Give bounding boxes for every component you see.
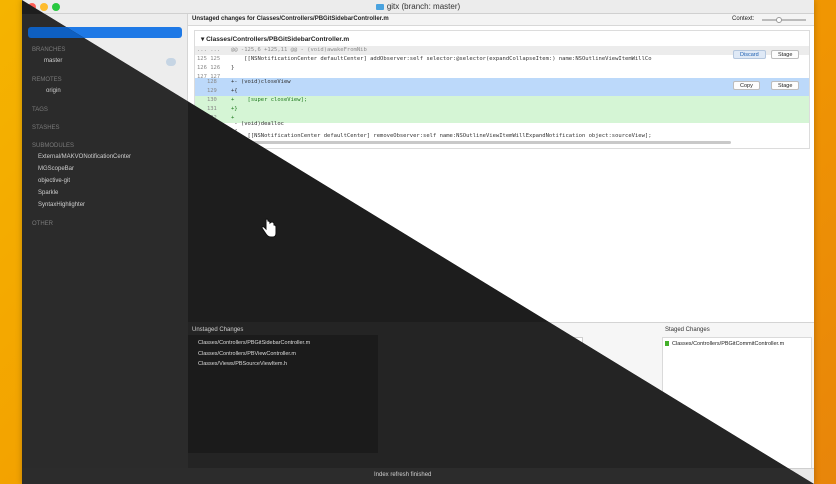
modified-file-icon	[665, 341, 669, 346]
app-window: gitx (branch: master) GITX Stage BRANCHE…	[22, 0, 814, 484]
unstaged-file-row[interactable]: Classes/Controllers/PBViewController.m	[193, 350, 298, 359]
horizontal-scrollbar[interactable]	[231, 141, 731, 144]
sidebar-item-master[interactable]: master	[38, 58, 64, 65]
fetch-icon[interactable]	[82, 473, 91, 479]
commit-button[interactable]: Commit	[616, 456, 654, 467]
copy-selection-button[interactable]: Copy	[733, 81, 760, 90]
stage-selection-button[interactable]: Stage	[771, 81, 800, 90]
modified-file-icon	[193, 361, 197, 366]
status-bar: Index refresh finished Console	[22, 468, 814, 484]
file-name: Classes/Controllers/PBGitCommitControlle…	[672, 341, 785, 347]
discard-hunk-button[interactable]: Discard	[733, 50, 766, 59]
sidebar-item-submodule[interactable]: SyntaxHighlighter	[38, 202, 85, 208]
title-bar: gitx (branch: master)	[22, 0, 814, 14]
modified-file-icon	[193, 351, 197, 356]
sidebar-item-submodule[interactable]: objective-git	[38, 178, 70, 184]
diff-line-added[interactable]: 131 +}	[195, 105, 809, 114]
diff-line-selected[interactable]: 129 +{	[195, 87, 809, 96]
diff-line[interactable]: 126 126}	[195, 64, 809, 73]
amend-label: Amend	[395, 458, 416, 465]
cloud-icon	[37, 88, 43, 92]
file-name: Classes/Controllers/PBViewController.m	[200, 351, 299, 357]
stage-hunk-button[interactable]: Stage	[771, 50, 800, 59]
diff-line[interactable]: 125 125 [[NSNotificationCenter defaultCe…	[195, 55, 809, 64]
diff-header-title: Unstaged changes for Classes/Controllers…	[192, 16, 389, 22]
pull-icon[interactable]	[106, 473, 115, 479]
commit-message-title: Commit Message	[386, 327, 433, 333]
section-tags: TAGS	[32, 107, 50, 113]
diff-line[interactable]: 130 135 [[NSNotificationCenter defaultCe…	[195, 132, 809, 141]
stash-icon[interactable]	[154, 473, 163, 479]
sidebar-item-submodule[interactable]: MGScopeBar	[38, 166, 74, 172]
unstaged-changes-list: Classes/Controllers/PBGitSidebarControll…	[190, 337, 376, 469]
diff-file-title: ▾ Classes/Controllers/PBGitSidebarContro…	[201, 36, 350, 43]
file-name: Classes/Controllers/PBGitSidebarControll…	[200, 341, 313, 347]
checkout-badge-icon	[166, 58, 176, 66]
staged-changes-title: Staged Changes	[665, 327, 710, 333]
hand-cursor-icon	[261, 218, 277, 238]
refresh-icon[interactable]	[732, 472, 740, 480]
status-message: Index refresh finished	[374, 473, 432, 479]
diff-file-name: Classes/Controllers/PBGitSidebarControll…	[206, 36, 350, 43]
diff-line-selected[interactable]: 128 +- (void)closeView	[195, 78, 809, 87]
unstaged-file-row[interactable]: Classes/Controllers/PBGitSidebarControll…	[193, 340, 353, 349]
context-slider-knob[interactable]	[776, 17, 782, 23]
remote-label: origin	[46, 88, 61, 94]
hunk-header: ... ... @@ -125,6 +125,11 @@ - (void)awak…	[195, 46, 809, 55]
disclosure-chevron-icon[interactable]: ›	[32, 88, 34, 94]
commit-message-input[interactable]: Fix all the things!	[381, 337, 583, 451]
window-title-text: gitx (branch: master)	[386, 2, 461, 11]
window-title: gitx (branch: master)	[22, 2, 814, 11]
branch-icon	[38, 58, 42, 63]
amend-checkbox[interactable]	[385, 458, 392, 465]
hunk-header-text: @@ -125,6 +125,11 @@ - (void)awakeFromNi…	[231, 47, 367, 53]
sidebar-menu-button[interactable]	[30, 472, 40, 480]
sidebar-item-submodule[interactable]: External/MAKVONotificationCenter	[38, 154, 131, 160]
commit-area: Unstaged Changes Classes/Controllers/PBG…	[188, 322, 814, 469]
section-remotes: REMOTES	[32, 77, 64, 83]
sidebar-item-stage[interactable]: Stage	[28, 27, 182, 38]
sidebar-item-submodule[interactable]: Sparkle	[38, 190, 58, 196]
file-name: Classes/Views/PBSourceViewItem.h	[200, 361, 290, 367]
stage-label: Stage	[40, 29, 56, 35]
diff-view: ▾ Classes/Controllers/PBGitSidebarContro…	[194, 30, 810, 149]
push-icon[interactable]	[130, 473, 139, 479]
diff-line-added[interactable]: 130 + [super closeView];	[195, 96, 809, 105]
sidebar: GITX Stage BRANCHES master REMOTES › orig…	[22, 14, 188, 468]
staged-file-row[interactable]: Classes/Controllers/PBGitCommitControlle…	[665, 340, 784, 349]
diff-header: Unstaged changes for Classes/Controllers…	[188, 14, 814, 26]
unstaged-file-row[interactable]: Classes/Views/PBSourceViewItem.h	[193, 360, 289, 369]
folder-icon	[375, 4, 384, 10]
context-slider[interactable]	[762, 19, 806, 21]
section-stashes: STASHES	[32, 125, 62, 131]
section-gitx: GITX	[32, 17, 48, 23]
console-button[interactable]: Console	[752, 473, 774, 479]
unstaged-changes-title: Unstaged Changes	[192, 327, 244, 333]
modified-file-icon	[193, 341, 197, 346]
sidebar-item-origin[interactable]: › origin	[32, 88, 61, 94]
staged-changes-list: Classes/Controllers/PBGitCommitControlle…	[662, 337, 812, 469]
branch-label: master	[46, 59, 65, 65]
commit-message-text: Fix all the things!	[386, 341, 455, 348]
section-submodules: SUBMODULES	[32, 143, 78, 149]
section-other: OTHER	[32, 221, 55, 227]
context-label: Context:	[732, 16, 755, 22]
section-branches: BRANCHES	[32, 47, 68, 53]
